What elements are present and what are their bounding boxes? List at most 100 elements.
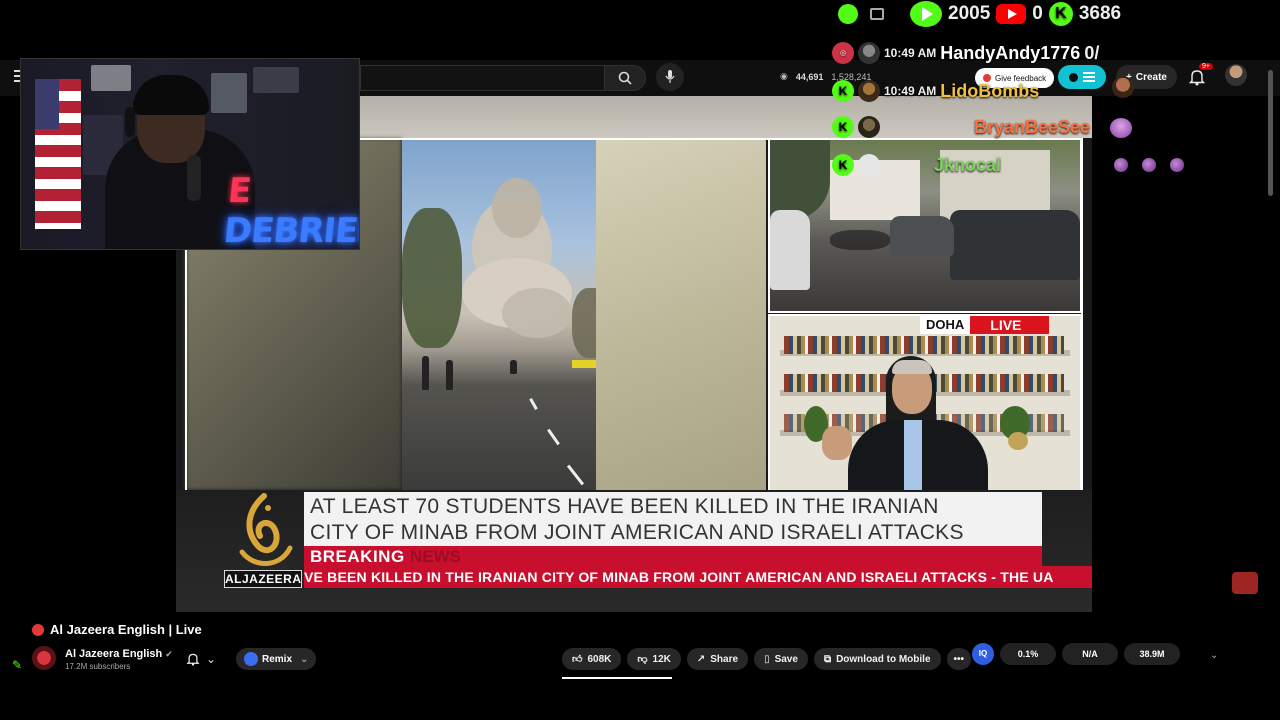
channel-name[interactable]: Al Jazeera English ✔ — [65, 648, 173, 660]
notifications-bell-icon[interactable] — [1188, 68, 1206, 86]
chat-text: 0/ — [1084, 42, 1100, 63]
emote-icon — [1170, 158, 1184, 172]
search-button[interactable] — [604, 65, 646, 91]
download-mobile-icon: ⧉ — [823, 653, 832, 665]
emote-icon — [1142, 158, 1156, 172]
chevron-down-icon: ⌄ — [300, 653, 309, 665]
chat-timestamp: 10:49 AM — [884, 46, 937, 60]
blurred-background-mid — [596, 138, 766, 490]
chat-username: BryanBeeSee — [974, 116, 1091, 137]
aljazeera-wordmark: ALJAZEERA — [224, 570, 302, 588]
breaking-news-bar: BREAKING NEWS — [304, 546, 1042, 566]
list-icon — [1083, 72, 1095, 82]
avatar — [858, 116, 880, 138]
page-scrollbar[interactable] — [1268, 70, 1273, 196]
extension-stats-bar: IQ 0.1% N/A 38.9M — [972, 640, 1208, 668]
news-lower-third: ALJAZEERA AT LEAST 70 STUDENTS HAVE BEEN… — [176, 490, 1092, 612]
kick-badge-icon: K — [832, 116, 854, 138]
avatar — [1112, 76, 1134, 98]
chat-timestamp: 10:49 AM — [884, 84, 937, 98]
streamer-beanie — [133, 75, 209, 115]
video-actions: 👍︎ 608K 👎︎ 12K ↗ Share ▯ Save ⧉ Download… — [562, 648, 972, 670]
share-button[interactable]: ↗ Share — [686, 648, 749, 670]
us-flag-canton — [35, 79, 59, 129]
subscription-bell-button[interactable]: ⌄ — [186, 650, 226, 668]
more-actions-button[interactable]: ••• — [946, 648, 972, 670]
youtube-viewer-count: 0 — [1032, 3, 1043, 24]
chevron-down-icon: ⌄ — [206, 652, 217, 666]
dislike-button[interactable]: 👎︎ 12K — [627, 648, 681, 670]
stream-viewer-counters: 2005 0 K 3686 — [838, 0, 1121, 28]
kick-badge-icon: K — [832, 154, 854, 176]
stat-na: N/A — [1062, 643, 1118, 665]
notifications-badge: 9+ — [1199, 63, 1213, 70]
like-count: 608K — [587, 653, 612, 665]
channel-avatar[interactable] — [32, 646, 56, 670]
emote-row — [1114, 158, 1184, 172]
neon-sign-prefix: E — [226, 171, 253, 211]
youtube-icon — [996, 4, 1027, 24]
like-ratio-underline — [562, 677, 672, 679]
headline-line-1: AT LEAST 70 STUDENTS HAVE BEEN KILLED IN… — [310, 495, 939, 518]
bookmark-icon: ▯ — [764, 653, 770, 665]
neon-sign-text: DEBRIEF — [221, 211, 360, 250]
microphone-icon — [665, 70, 675, 83]
chat-username: Jknocal — [934, 154, 1002, 175]
voice-search-button[interactable] — [656, 63, 684, 91]
emote-icon — [1114, 158, 1128, 172]
default-avatar-icon — [858, 154, 880, 176]
iq-badge-icon[interactable]: IQ — [972, 643, 994, 665]
chat-username: LidoBombs — [940, 80, 1040, 101]
download-to-mobile-button[interactable]: ⧉ Download to Mobile — [813, 648, 941, 670]
presenter-figure — [818, 356, 988, 490]
extension-icon — [1069, 72, 1078, 82]
chat-username: HandyAndy1776 — [940, 42, 1081, 63]
channel-name-text: Al Jazeera English — [65, 648, 163, 660]
thumbs-down-icon: 👎︎ — [637, 654, 648, 665]
neon-debrief-sign: E DEBRIEF — [221, 171, 360, 250]
chevron-down-icon[interactable]: ⌄ — [1210, 650, 1218, 661]
doha-studio-feed: DOHA LIVE — [768, 314, 1082, 492]
bell-icon — [186, 653, 200, 666]
subscriber-count: 17.2M subscribers — [65, 662, 131, 671]
video-title: Al Jazeera English | Live — [50, 622, 202, 637]
news-label: NEWS — [410, 547, 461, 566]
share-label: Share — [710, 653, 739, 665]
download-label: Download to Mobile — [836, 653, 931, 665]
live-indicator-icon — [32, 623, 44, 636]
eye-icon: ◉ — [780, 71, 788, 81]
kick-k-icon: K — [1048, 2, 1073, 26]
channel-badge-icon: ◎ — [832, 42, 854, 64]
avatar — [858, 80, 880, 102]
extension-toggle-button[interactable] — [1058, 65, 1106, 89]
lock-icon — [870, 8, 884, 20]
search-icon — [618, 71, 632, 85]
studio-microphone — [187, 155, 201, 201]
headline-box: AT LEAST 70 STUDENTS HAVE BEEN KILLED IN… — [304, 492, 1042, 546]
remix-button[interactable]: Remix ⌄ — [236, 648, 317, 670]
chat-message: ◎ 10:49 AM HandyAndy1776 0/ — [832, 40, 1099, 66]
more-dots-icon: ••• — [953, 653, 965, 665]
emote-icon — [1110, 118, 1132, 138]
edit-pencil-icon[interactable]: ✎ — [12, 658, 26, 672]
verified-check-icon: ✔ — [165, 649, 173, 659]
like-button[interactable]: 👍︎ 608K — [562, 648, 622, 670]
remix-label: Remix — [262, 653, 293, 665]
profile-avatar[interactable] — [1225, 64, 1247, 86]
headline-line-2: CITY OF MINAB FROM JOINT AMERICAN AND IS… — [310, 521, 964, 544]
chat-message: K Jknocal — [832, 152, 1001, 178]
breaking-label: BREAKING — [310, 547, 405, 566]
avatar — [858, 42, 880, 64]
kick-badge-icon: K — [832, 80, 854, 102]
news-ticker: VE BEEN KILLED IN THE IRANIAN CITY OF MI… — [304, 566, 1092, 588]
kick-live-count: 3686 — [1078, 3, 1122, 24]
headset-icon — [125, 107, 135, 137]
save-button[interactable]: ▯ Save — [754, 648, 808, 670]
kick-play-icon — [910, 1, 942, 27]
viewer-count-a: 44,691 — [795, 71, 824, 82]
doha-label: DOHA — [920, 316, 971, 334]
youtube-subscribe-watermark-icon[interactable] — [1232, 572, 1258, 594]
video-title-row: Al Jazeera English | Live — [32, 622, 202, 637]
thumbs-up-icon: 👍︎ — [572, 654, 583, 665]
search-input[interactable] — [360, 65, 604, 91]
